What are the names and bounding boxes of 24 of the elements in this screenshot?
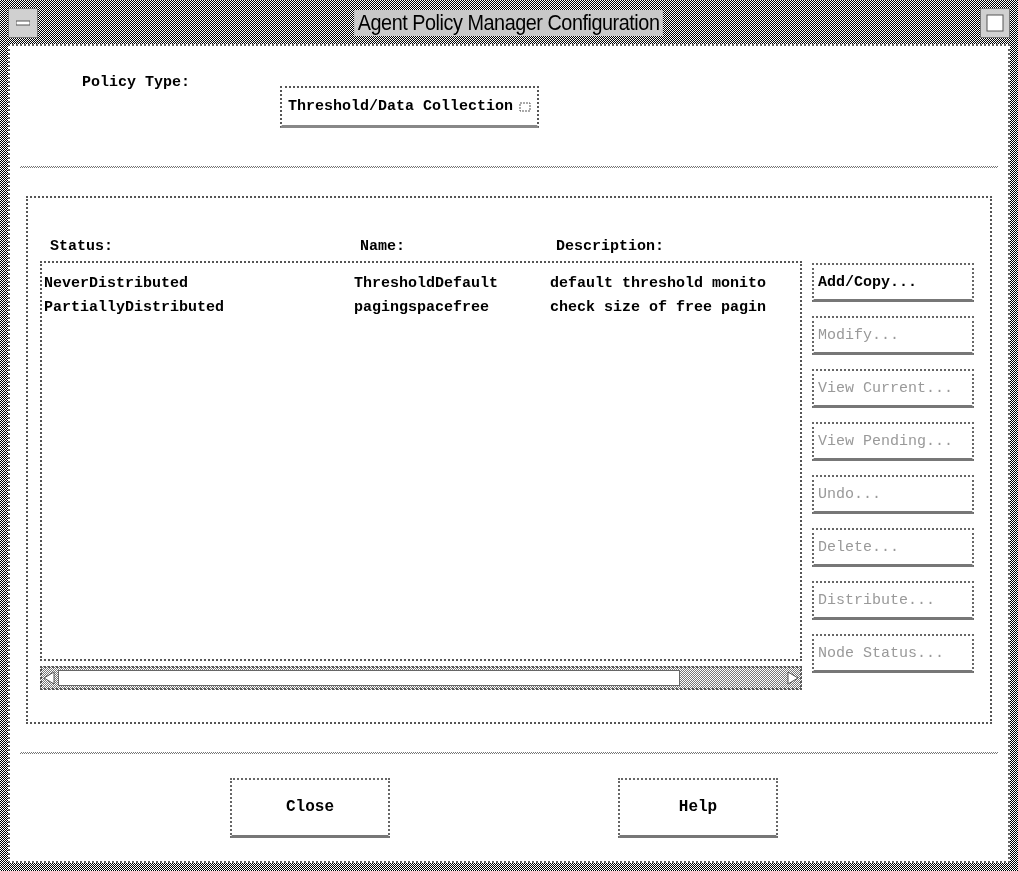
- table-cell[interactable]: PartiallyDistributed: [44, 298, 354, 316]
- policy-type-label: Policy Type:: [82, 73, 192, 91]
- policy-type-dropdown[interactable]: Threshold/Data Collection: [280, 86, 540, 128]
- option-indicator-icon: [519, 101, 532, 112]
- table-cell[interactable]: NeverDistributed: [44, 274, 354, 292]
- table-cell[interactable]: pagingspacefree: [354, 298, 550, 316]
- table-cell[interactable]: default threshold monito: [550, 274, 800, 292]
- left-arrow-icon: [42, 671, 56, 685]
- window-menu-button[interactable]: [8, 8, 38, 38]
- menu-icon: [16, 20, 30, 26]
- dialog-button[interactable]: Help: [618, 777, 778, 838]
- column-header: Name:: [360, 238, 406, 255]
- maximize-icon: [986, 14, 1004, 32]
- action-button[interactable]: Add/Copy...: [812, 263, 974, 302]
- maximize-button[interactable]: [980, 8, 1010, 38]
- table-cell[interactable]: check size of free pagin: [550, 298, 800, 316]
- scrollbar-thumb[interactable]: [58, 670, 680, 686]
- horizontal-scrollbar[interactable]: [40, 666, 802, 690]
- dialog-button[interactable]: Close: [230, 777, 390, 838]
- right-arrow-icon: [786, 671, 800, 685]
- column-header: Description:: [556, 238, 666, 255]
- column-header: Status:: [50, 238, 114, 255]
- window-title: Agent Policy Manager Configuration: [354, 10, 664, 36]
- table-cell[interactable]: ThresholdDefault: [354, 274, 550, 292]
